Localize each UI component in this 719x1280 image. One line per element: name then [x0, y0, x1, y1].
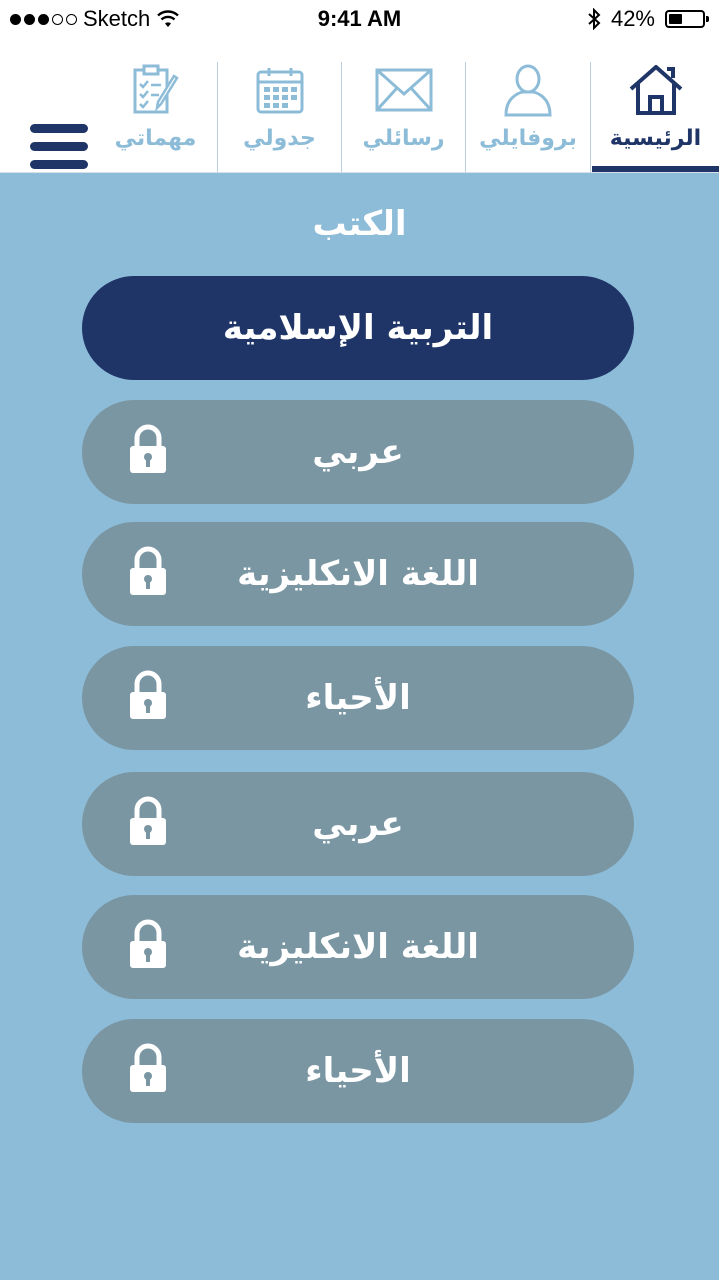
mail-icon [372, 62, 436, 118]
user-icon [496, 62, 560, 118]
battery-percentage: 42% [610, 6, 655, 31]
book-name: اللغة الانكليزية [237, 927, 479, 967]
book-name: الأحياء [305, 1051, 411, 1091]
tab-home-label: الرئيسية [609, 126, 702, 151]
book-name: اللغة الانكليزية [237, 554, 479, 594]
battery-icon [665, 10, 709, 28]
book-name: عربي [312, 432, 404, 472]
book-name: التربية الإسلامية [222, 308, 494, 348]
tab-divider [217, 62, 218, 172]
tab-home[interactable]: الرئيسية [592, 62, 719, 172]
book-button-biology[interactable]: الأحياء [82, 1019, 634, 1123]
tab-schedule[interactable]: جدولي [218, 62, 341, 172]
book-name: عربي [312, 804, 404, 844]
tab-schedule-label: جدولي [243, 126, 316, 151]
tab-profile-label: بروفايلي [479, 126, 577, 151]
tab-divider [341, 62, 342, 172]
top-navigation: الرئيسية بروفايلي رسائلي جدولي مهماتي [0, 40, 719, 173]
tab-tasks-label: مهماتي [114, 126, 197, 151]
tab-tasks[interactable]: مهماتي [94, 62, 217, 172]
status-right: 42% [587, 6, 709, 32]
book-button-english[interactable]: اللغة الانكليزية [82, 895, 634, 999]
bluetooth-icon [588, 8, 601, 30]
tab-divider [590, 62, 591, 172]
status-bar: Sketch 9:41 AM 42% [0, 0, 719, 40]
tab-profile[interactable]: بروفايلي [466, 62, 590, 172]
book-button-islamic-education[interactable]: التربية الإسلامية [82, 276, 634, 380]
tasks-icon [124, 62, 188, 118]
book-button-biology[interactable]: الأحياء [82, 646, 634, 750]
book-button-arabic[interactable]: عربي [82, 772, 634, 876]
book-button-english[interactable]: اللغة الانكليزية [82, 522, 634, 626]
page-title: الكتب [312, 204, 407, 244]
home-icon [624, 62, 688, 118]
book-name: الأحياء [305, 678, 411, 718]
tab-messages[interactable]: رسائلي [342, 62, 465, 172]
book-button-arabic[interactable]: عربي [82, 400, 634, 504]
tab-messages-label: رسائلي [362, 126, 445, 151]
hamburger-menu-icon[interactable] [30, 124, 88, 178]
tab-divider [465, 62, 466, 172]
calendar-icon [248, 62, 312, 118]
